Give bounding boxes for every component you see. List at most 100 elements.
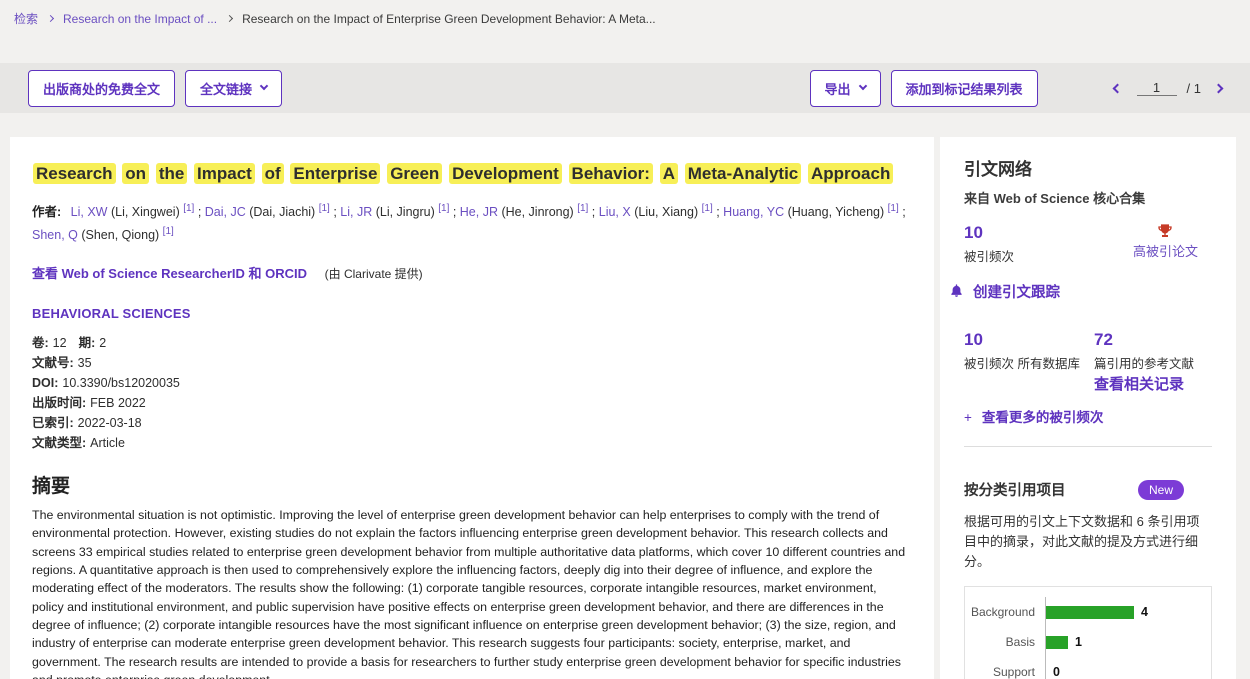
- chart-value-label: 0: [1053, 665, 1060, 679]
- free-fulltext-button[interactable]: 出版商处的免费全文: [28, 70, 175, 107]
- title-word-highlight: Research: [33, 163, 116, 184]
- meta-field-label: 卷:: [32, 336, 49, 350]
- more-times-cited-label: 查看更多的被引频次: [982, 410, 1104, 425]
- core-collection-note: 来自 Web of Science 核心合集: [964, 188, 1212, 207]
- cited-references-label: 篇引用的参考文献: [1094, 353, 1194, 372]
- new-badge: New: [1138, 480, 1184, 500]
- meta-row: 出版时间:FEB 2022: [32, 393, 906, 413]
- author-affiliation-sup[interactable]: [1]: [888, 203, 899, 214]
- title-word-highlight: Enterprise: [290, 163, 380, 184]
- sidebar-divider: [964, 446, 1212, 447]
- meta-field-value: 2022-03-18: [78, 416, 142, 430]
- author-link[interactable]: Dai, JC: [205, 205, 246, 219]
- free-fulltext-label: 出版商处的免费全文: [43, 79, 160, 98]
- author-link[interactable]: Shen, Q: [32, 228, 78, 242]
- all-databases-count[interactable]: 10: [964, 330, 983, 349]
- meta-field-value: 12: [53, 336, 67, 350]
- meta-field-label: 文献类型:: [32, 436, 86, 450]
- bell-icon: [948, 283, 965, 300]
- meta-row: 卷:12期:2: [32, 333, 906, 353]
- title-word-highlight: of: [262, 163, 284, 184]
- breadcrumb-search-link[interactable]: 检索: [14, 10, 38, 27]
- citation-class-chart: Background4Basis1Support0Differ0Discuss2: [964, 586, 1212, 679]
- add-to-marked-list-button[interactable]: 添加到标记结果列表: [891, 70, 1038, 107]
- article-card: Research on the Impact of Enterprise Gre…: [10, 137, 934, 679]
- title-word-highlight: Impact: [194, 163, 255, 184]
- author-link[interactable]: Li, XW: [71, 205, 108, 219]
- authors-line: 作者: Li, XW (Li, Xingwei) [1] ; Dai, JC (…: [32, 200, 906, 247]
- meta-row: 文献号:35: [32, 353, 906, 373]
- cited-references-block: 72 篇引用的参考文献 查看相关记录: [1094, 330, 1194, 394]
- chart-row: Background 4: [965, 597, 1203, 627]
- chart-value-label: 1: [1075, 635, 1082, 649]
- meta-field-value: 35: [78, 356, 92, 370]
- author-affiliation-sup[interactable]: [1]: [438, 203, 449, 214]
- title-word-highlight: Behavior:: [569, 163, 653, 184]
- meta-field-value: FEB 2022: [90, 396, 146, 410]
- chart-category-label: Background: [965, 605, 1045, 619]
- meta-field-value: 2: [99, 336, 106, 350]
- author-fullname: (Huang, Yicheng): [788, 205, 885, 219]
- page-number-input[interactable]: [1137, 80, 1177, 96]
- citing-items-header: 按分类引用项目 New: [964, 479, 1212, 500]
- author-affiliation-sup[interactable]: [1]: [702, 203, 713, 214]
- record-toolbar: 出版商处的免费全文 全文链接 导出 添加到标记结果列表 / 1: [0, 63, 1250, 113]
- researcher-id-link[interactable]: 查看 Web of Science ResearcherID 和 ORCID: [32, 266, 307, 281]
- author-affiliation-sup[interactable]: [1]: [319, 203, 330, 214]
- title-word-highlight: Approach: [808, 163, 893, 184]
- trophy-icon: [1157, 223, 1173, 239]
- citing-items-description: 根据可用的引文上下文数据和 6 条引用项目中的摘录，对此文献的提及方式进行细分。: [964, 512, 1212, 572]
- times-cited-block: 10 被引频次: [964, 223, 1014, 265]
- chart-bar: [1046, 606, 1134, 619]
- main-content: Research on the Impact of Enterprise Gre…: [0, 113, 1250, 679]
- meta-field-label: 已索引:: [32, 416, 74, 430]
- cited-references-count[interactable]: 72: [1094, 330, 1113, 349]
- author-fullname: (He, Jinrong): [501, 205, 573, 219]
- journal-link[interactable]: BEHAVIORAL SCIENCES: [32, 306, 906, 321]
- author-affiliation-sup[interactable]: [1]: [577, 203, 588, 214]
- chart-row: Basis 1: [965, 627, 1203, 657]
- meta-row: 文献类型: Article: [32, 433, 906, 453]
- author-affiliation-sup[interactable]: [1]: [163, 226, 174, 237]
- authors-label: 作者:: [32, 205, 61, 219]
- chart-category-label: Support: [965, 665, 1045, 679]
- citation-alert-row[interactable]: 创建引文跟踪: [948, 281, 1212, 302]
- title-word-highlight: on: [122, 163, 149, 184]
- breadcrumb-parent-link[interactable]: Research on the Impact of ...: [63, 12, 217, 26]
- author-link[interactable]: Li, JR: [340, 205, 372, 219]
- author-link[interactable]: Huang, YC: [723, 205, 784, 219]
- title-word-highlight: the: [156, 163, 188, 184]
- fulltext-links-button[interactable]: 全文链接: [185, 70, 282, 107]
- abstract-text: The environmental situation is not optim…: [32, 506, 906, 679]
- related-records-link[interactable]: 查看相关记录: [1094, 373, 1194, 394]
- times-cited-link[interactable]: 10: [964, 223, 983, 242]
- times-cited-row: 10 被引频次 高被引论文: [964, 223, 1212, 265]
- export-button[interactable]: 导出: [810, 70, 881, 107]
- plus-icon: +: [964, 410, 972, 425]
- meta-row: DOI:10.3390/bs12020035: [32, 373, 906, 393]
- breadcrumb: 检索 Research on the Impact of ... Researc…: [0, 0, 1250, 27]
- more-times-cited-link[interactable]: + 查看更多的被引频次: [964, 406, 1212, 426]
- chart-category-label: Basis: [965, 635, 1045, 649]
- author-link[interactable]: He, JR: [460, 205, 498, 219]
- clarivate-note: (由 Clarivate 提供): [325, 267, 423, 281]
- title-word-highlight: Green: [387, 163, 442, 184]
- citation-alert-label: 创建引文跟踪: [973, 281, 1060, 302]
- meta-field-value: Article: [90, 436, 125, 450]
- all-databases-label: 被引频次 所有数据库: [964, 353, 1094, 372]
- citing-items-heading: 按分类引用项目: [964, 479, 1066, 500]
- chevron-right-icon: [47, 15, 54, 22]
- meta-field-label: DOI:: [32, 376, 58, 390]
- chart-value-label: 4: [1141, 605, 1148, 619]
- highly-cited-link[interactable]: 高被引论文: [1133, 241, 1198, 260]
- fulltext-links-label: 全文链接: [200, 79, 252, 98]
- previous-page-icon[interactable]: [1112, 83, 1122, 93]
- chevron-down-icon: [260, 82, 268, 90]
- page-total: / 1: [1187, 81, 1201, 96]
- article-title: Research on the Impact of Enterprise Gre…: [32, 161, 906, 187]
- next-page-icon[interactable]: [1214, 83, 1224, 93]
- author-affiliation-sup[interactable]: [1]: [183, 203, 194, 214]
- chart-plot-area: 1: [1045, 627, 1203, 657]
- author-link[interactable]: Liu, X: [599, 205, 631, 219]
- chart-plot-area: 0: [1045, 657, 1203, 679]
